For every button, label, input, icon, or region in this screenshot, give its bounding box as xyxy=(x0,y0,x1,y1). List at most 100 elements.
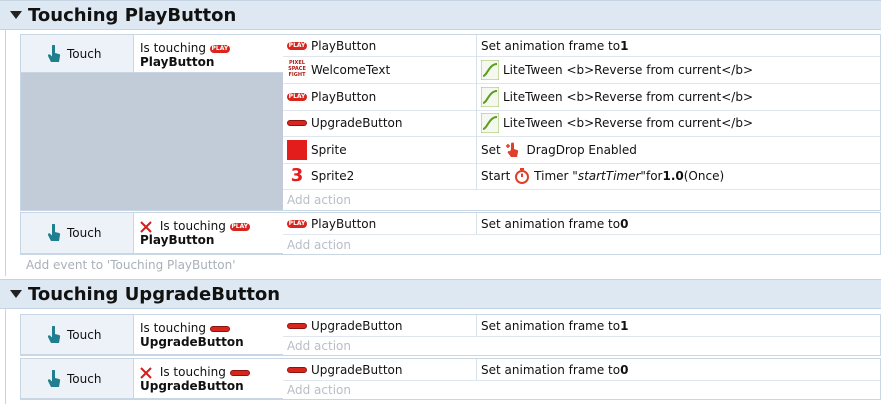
play-button-icon: PLAY xyxy=(209,44,230,53)
negate-x-icon xyxy=(140,366,152,379)
condition-object: UpgradeButton xyxy=(140,335,244,349)
sprite-icon xyxy=(287,139,307,160)
trigger-label: Touch xyxy=(67,46,102,61)
action-text: Set animation frame to xyxy=(481,38,621,53)
action-value: 1 xyxy=(620,318,629,333)
action-object: PlayButton xyxy=(311,89,377,104)
timer-once: (Once) xyxy=(683,169,725,183)
condition-object: PlayButton xyxy=(140,233,215,247)
negate-x-icon xyxy=(140,220,152,233)
touch-hand-icon xyxy=(47,224,61,241)
add-event-link[interactable]: Add event to 'Touching PlayButton' xyxy=(26,258,236,272)
touch-trigger[interactable]: Touch xyxy=(21,315,134,355)
action-text: Set xyxy=(481,142,501,157)
condition-prefix: Is touching xyxy=(159,365,226,379)
trigger-label: Touch xyxy=(67,226,102,240)
condition-prefix: Is touching xyxy=(140,41,207,55)
timer-icon xyxy=(515,168,530,184)
action-object: UpgradeButton xyxy=(311,116,403,130)
add-action-row[interactable]: Add action xyxy=(283,189,880,211)
condition-is-not-touching[interactable]: Is touching PLAY PlayButton xyxy=(134,213,283,254)
for-text: for xyxy=(645,169,663,183)
action-row[interactable]: PIXEL SPACE FIGHT WelcomeText LiteTween <… xyxy=(283,56,880,84)
sprite2-icon: 3 xyxy=(290,165,304,186)
action-object: PlayButton xyxy=(311,38,377,53)
timer-duration: 1.0 xyxy=(662,169,684,183)
play-button-icon: PLAY xyxy=(287,219,307,228)
play-button-icon: PLAY xyxy=(287,41,307,50)
upgrade-button-icon xyxy=(287,366,307,373)
action-text: Start xyxy=(481,169,511,183)
action-text: LiteTween <b>Reverse from current</b> xyxy=(503,62,754,77)
action-object: WelcomeText xyxy=(311,62,391,77)
touch-trigger[interactable]: Touch xyxy=(21,359,134,399)
add-action-link[interactable]: Add action xyxy=(283,339,351,353)
action-value: 0 xyxy=(620,362,629,377)
action-row[interactable]: PLAY PlayButton Set animation frame to 0 xyxy=(283,213,880,235)
condition-is-not-touching[interactable]: Is touching UpgradeButton xyxy=(134,359,283,399)
condition-prefix: Is touching xyxy=(140,321,207,335)
action-row[interactable]: 3 Sprite2 Start Timer "startTimer" for 1.… xyxy=(283,163,880,190)
add-action-row[interactable]: Add action xyxy=(283,336,880,356)
event-block[interactable]: Touch Is touching UpgradeButton UpgradeB… xyxy=(20,314,881,356)
timer-tag: "startTimer" xyxy=(572,169,646,183)
action-text: LiteTween <b>Reverse from current</b> xyxy=(503,116,754,130)
welcome-text-icon: PIXEL SPACE FIGHT xyxy=(288,59,306,78)
event-block[interactable]: Touch Is touching PLAY PlayButton PLAY Pl… xyxy=(20,212,881,255)
action-object: UpgradeButton xyxy=(311,362,403,377)
group-header-touching-playbutton[interactable]: Touching PlayButton xyxy=(0,0,881,30)
event-block[interactable]: Touch Is touching UpgradeButton UpgradeB… xyxy=(20,358,881,400)
touch-trigger[interactable]: Touch xyxy=(21,35,134,73)
group-header-touching-upgradebutton[interactable]: Touching UpgradeButton xyxy=(0,279,881,309)
action-text: Set animation frame to xyxy=(481,318,621,333)
upgrade-button-icon xyxy=(209,325,230,332)
collapse-arrow-icon[interactable] xyxy=(10,11,22,19)
action-row[interactable]: PLAY PlayButton Set animation frame to 1 xyxy=(283,35,880,57)
group-title: Touching PlayButton xyxy=(28,4,237,26)
trigger-label: Touch xyxy=(67,371,102,386)
action-text: Set animation frame to xyxy=(481,362,621,377)
litetween-icon xyxy=(480,112,500,134)
group-title: Touching UpgradeButton xyxy=(28,283,281,305)
condition-is-touching[interactable]: Is touching UpgradeButton xyxy=(134,315,283,355)
action-row[interactable]: UpgradeButton Set animation frame to 0 xyxy=(283,359,880,381)
add-action-link[interactable]: Add action xyxy=(283,193,351,207)
action-value: 0 xyxy=(620,216,629,231)
upgrade-button-icon xyxy=(287,322,307,329)
touch-trigger[interactable]: Touch xyxy=(21,213,134,254)
touch-hand-icon xyxy=(47,325,61,343)
upgrade-button-icon xyxy=(229,369,250,376)
action-row[interactable]: UpgradeButton LiteTween <b>Reverse from … xyxy=(283,110,880,137)
action-object: Sprite xyxy=(311,142,347,157)
action-object: UpgradeButton xyxy=(311,318,403,333)
play-button-icon: PLAY xyxy=(229,222,250,231)
event-block[interactable]: Touch Is touching PLAY PlayButton PLAY Pl… xyxy=(20,34,881,211)
action-text: LiteTween <b>Reverse from current</b> xyxy=(503,89,754,104)
action-object: Sprite2 xyxy=(311,169,355,183)
touch-hand-icon xyxy=(47,369,61,387)
add-action-row[interactable]: Add action xyxy=(283,234,880,255)
collapse-arrow-icon[interactable] xyxy=(10,290,22,298)
action-row[interactable]: PLAY PlayButton LiteTween <b>Reverse from… xyxy=(283,83,880,111)
upgrade-button-icon xyxy=(287,120,307,126)
action-text-mid: Timer xyxy=(534,169,569,183)
action-row[interactable]: UpgradeButton Set animation frame to 1 xyxy=(283,315,880,337)
action-text: Set animation frame to xyxy=(481,216,621,231)
litetween-icon xyxy=(480,86,500,107)
add-action-row[interactable]: Add action xyxy=(283,380,880,400)
dragdrop-icon xyxy=(505,142,518,157)
action-row[interactable]: Sprite Set DragDrop Enabled xyxy=(283,136,880,164)
condition-object: PlayButton xyxy=(140,55,215,69)
condition-is-touching[interactable]: Is touching PLAY PlayButton xyxy=(134,35,283,73)
condition-prefix: Is touching xyxy=(159,219,226,233)
action-value: 1 xyxy=(620,38,629,53)
play-button-icon: PLAY xyxy=(287,92,307,101)
add-action-link[interactable]: Add action xyxy=(283,238,351,252)
litetween-icon xyxy=(480,59,500,80)
condition-object: UpgradeButton xyxy=(140,379,244,393)
add-action-link[interactable]: Add action xyxy=(283,383,351,397)
action-object: PlayButton xyxy=(311,216,377,231)
action-text-tail: DragDrop Enabled xyxy=(526,142,637,157)
touch-hand-icon xyxy=(47,44,61,62)
trigger-label: Touch xyxy=(67,327,102,342)
